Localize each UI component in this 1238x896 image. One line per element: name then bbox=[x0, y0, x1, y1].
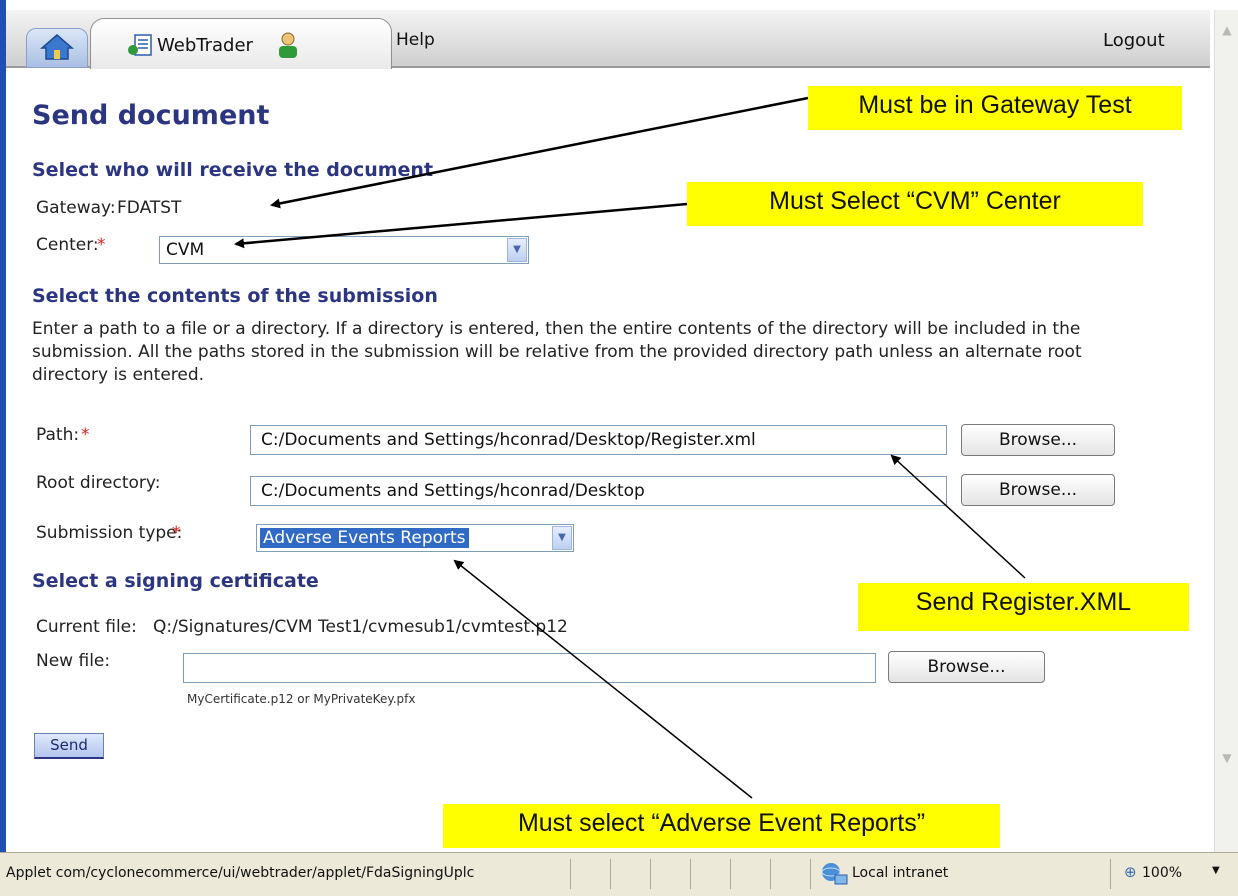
center-selected-value: CVM bbox=[166, 240, 205, 260]
callout-gateway: Must be in Gateway Test bbox=[808, 86, 1182, 130]
chevron-down-icon[interactable]: ▼ bbox=[552, 526, 572, 550]
submission-type-required-marker: * bbox=[172, 523, 181, 543]
tab-webtrader[interactable]: WebTrader bbox=[90, 18, 392, 69]
tab-webtrader-label: WebTrader bbox=[157, 35, 253, 56]
home-tab[interactable] bbox=[26, 28, 88, 68]
send-button[interactable]: Send bbox=[34, 733, 104, 759]
status-divider bbox=[810, 859, 811, 889]
center-required-marker: * bbox=[97, 235, 106, 255]
center-label: Center: bbox=[36, 235, 99, 255]
current-file-value: Q:/Signatures/CVM Test1/cvmesub1/cvmtest… bbox=[153, 617, 568, 637]
user-icon bbox=[279, 32, 297, 58]
submission-type-select[interactable]: Adverse Events Reports ▼ bbox=[256, 524, 574, 552]
root-directory-label: Root directory: bbox=[36, 473, 161, 493]
status-divider bbox=[1110, 859, 1111, 889]
vertical-scrollbar[interactable]: ▲ ▼ bbox=[1214, 10, 1238, 852]
document-icon bbox=[128, 34, 152, 56]
callout-center: Must Select “CVM” Center bbox=[687, 182, 1143, 226]
root-browse-button[interactable]: Browse... bbox=[961, 474, 1115, 506]
gateway-value: FDATST bbox=[117, 198, 182, 218]
status-divider bbox=[730, 859, 731, 889]
zoom-icon[interactable]: ⊕ bbox=[1124, 863, 1137, 881]
certificate-heading: Select a signing certificate bbox=[32, 570, 319, 592]
scroll-up-arrow-icon[interactable]: ▲ bbox=[1217, 20, 1237, 40]
home-icon bbox=[40, 34, 74, 60]
chevron-down-icon[interactable]: ▼ bbox=[507, 238, 527, 262]
status-message: Applet com/cyclonecommerce/ui/webtrader/… bbox=[6, 865, 475, 881]
gateway-label: Gateway: bbox=[36, 198, 116, 218]
page-title: Send document bbox=[32, 100, 270, 131]
submission-type-label: Submission type: bbox=[36, 523, 183, 543]
top-nav-bar: WebTrader Help Logout bbox=[6, 10, 1210, 69]
status-divider bbox=[690, 859, 691, 889]
scroll-down-arrow-icon[interactable]: ▼ bbox=[1217, 748, 1237, 768]
root-directory-input[interactable]: C:/Documents and Settings/hconrad/Deskto… bbox=[250, 476, 947, 506]
recipient-heading: Select who will receive the document bbox=[32, 159, 434, 181]
path-browse-button[interactable]: Browse... bbox=[961, 424, 1115, 456]
status-divider bbox=[650, 859, 651, 889]
zoom-level[interactable]: 100% bbox=[1142, 865, 1182, 881]
path-input[interactable]: C:/Documents and Settings/hconrad/Deskto… bbox=[250, 425, 947, 455]
new-file-input[interactable] bbox=[183, 653, 876, 683]
window-frame-left bbox=[0, 0, 6, 895]
callout-adverse: Must select “Adverse Event Reports” bbox=[443, 804, 1000, 848]
submission-type-selected-value: Adverse Events Reports bbox=[260, 528, 469, 548]
contents-instructions: Enter a path to a file or a directory. I… bbox=[32, 319, 1082, 385]
local-intranet-icon bbox=[821, 863, 848, 885]
new-file-hint: MyCertificate.p12 or MyPrivateKey.pfx bbox=[187, 692, 416, 706]
path-required-marker: * bbox=[81, 425, 90, 445]
new-file-browse-button[interactable]: Browse... bbox=[888, 651, 1045, 683]
status-divider bbox=[770, 859, 771, 889]
status-bar: Applet com/cyclonecommerce/ui/webtrader/… bbox=[0, 852, 1238, 896]
center-select[interactable]: CVM ▼ bbox=[159, 236, 529, 264]
logout-link[interactable]: Logout bbox=[1103, 30, 1165, 51]
callout-register: Send Register.XML bbox=[858, 583, 1189, 631]
path-label: Path: bbox=[36, 425, 80, 445]
security-zone-label: Local intranet bbox=[852, 865, 949, 881]
status-divider bbox=[570, 859, 571, 889]
new-file-label: New file: bbox=[36, 651, 111, 671]
status-divider bbox=[610, 859, 611, 889]
zoom-dropdown-icon[interactable]: ▼ bbox=[1212, 865, 1220, 876]
help-link[interactable]: Help bbox=[396, 30, 435, 50]
current-file-label: Current file: bbox=[36, 617, 137, 637]
contents-heading: Select the contents of the submission bbox=[32, 285, 438, 307]
